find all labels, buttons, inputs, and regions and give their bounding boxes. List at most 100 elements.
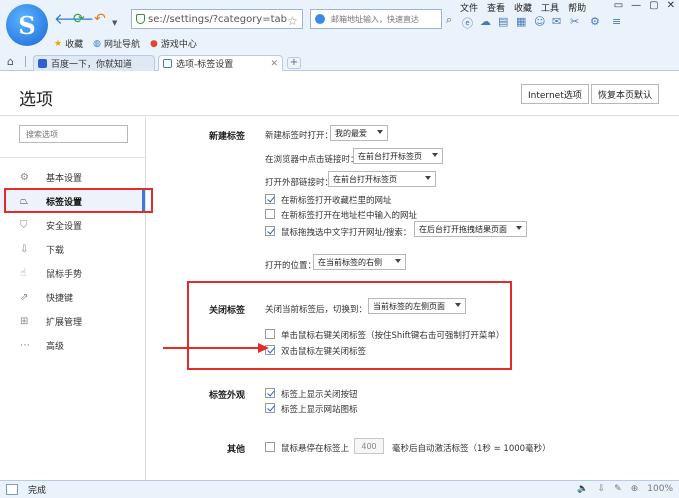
maximize-icon[interactable]: ▢ (649, 0, 658, 11)
new-tab-button[interactable]: + (287, 57, 301, 69)
toolbar-mail-icon[interactable]: ✉ (552, 15, 561, 28)
sidebar-item-download[interactable]: ⇩ 下载 (0, 237, 145, 261)
hover-delay-input[interactable]: 400 (354, 438, 384, 454)
sidebar-item-basic[interactable]: ⚙ 基本设置 (0, 165, 145, 189)
zoom-level[interactable]: 100% (647, 484, 673, 494)
skin-icon[interactable]: ▭ (614, 0, 623, 11)
toolbar-cloud-icon[interactable]: ☁ (480, 15, 491, 28)
minimize-icon[interactable]: — (631, 0, 641, 11)
home-icon[interactable]: ⌂ (7, 55, 14, 68)
shortcut-icon: ⇗ (20, 291, 29, 303)
sidebar-item-shortcuts[interactable]: ⇗ 快捷键 (0, 285, 145, 309)
address-bar[interactable]: se://settings/?category=tab (131, 9, 303, 29)
close-icon[interactable]: ✕ (667, 0, 675, 11)
window-controls: ▭ — ▢ ✕ (614, 0, 675, 11)
show-close-button-checkbox[interactable] (265, 388, 275, 398)
options-search[interactable] (19, 125, 128, 143)
hover-delay-suffix: 毫秒后自动激活标签（1秒 = 1000毫秒） (392, 444, 551, 454)
chevron-down-icon[interactable]: ▼ (112, 15, 117, 31)
browser-chrome: S 🡐 ⟳ ↶ ▼ se://settings/?category=tab ☆ … (0, 0, 679, 71)
sidebar-item-advanced[interactable]: ⋯ 高级 (0, 333, 145, 357)
drag-open-select[interactable]: 在后台打开拖拽结果页面 (414, 221, 527, 237)
search-bar[interactable] (310, 9, 442, 29)
show-site-icon-checkbox[interactable] (265, 403, 275, 413)
fav-game[interactable]: ● 游戏中心 (149, 37, 197, 51)
toolbar-grid-icon[interactable]: ▦ (516, 15, 526, 28)
browser-logo[interactable]: S (6, 4, 48, 46)
globe-icon: ◍ (93, 38, 101, 49)
refresh-icon[interactable]: ⟳ (73, 11, 85, 27)
open-new-tab-select[interactable]: 我的最爱 (330, 125, 388, 141)
baidu-favicon-icon (38, 59, 47, 68)
sidebar-item-label: 高级 (46, 341, 65, 352)
section-title-tab-appearance: 标签外观 (209, 391, 246, 401)
tab-baidu[interactable]: 百度一下，你就知道 (33, 55, 155, 71)
search-engine-icon[interactable] (315, 14, 325, 24)
toolbar-screenshot-icon[interactable]: ✂ (570, 15, 579, 28)
toolbar-ie-icon[interactable]: ⓔ (462, 15, 473, 31)
sidebar-divider (0, 157, 145, 158)
chevron-down-icon (425, 176, 431, 180)
external-link-label: 打开外部链接时： (265, 178, 334, 188)
click-link-select[interactable]: 在前台打开标签页 (353, 148, 443, 164)
hover-activate-label: 鼠标悬停在标签上 (281, 444, 350, 454)
drag-open-checkbox[interactable] (265, 226, 275, 236)
undo-icon[interactable]: ↶ (94, 11, 106, 27)
hover-activate-checkbox[interactable] (265, 442, 275, 452)
menu-view[interactable]: 查看 (487, 1, 505, 14)
toolbar-menu-icon[interactable]: ≡ (612, 15, 621, 28)
chevron-down-icon (395, 259, 401, 263)
annotation-arrow-icon (258, 343, 269, 353)
select-value: 在前台打开标签页 (358, 151, 422, 161)
annotation-highlight-sidebar (4, 188, 153, 213)
sidebar-item-security[interactable]: ⛉ 安全设置 (0, 213, 145, 237)
select-value: 在当前标签的右侧 (318, 257, 382, 267)
bookmark-star-icon[interactable]: ☆ (287, 14, 298, 28)
status-text: 完成 (28, 486, 47, 496)
options-search-input[interactable] (20, 126, 127, 142)
address-bar-new-tab-checkbox[interactable] (265, 209, 275, 219)
menu-help[interactable]: 帮助 (568, 1, 586, 14)
restore-defaults-button[interactable]: 恢复本页默认 (591, 84, 660, 104)
external-link-select[interactable]: 在前台打开标签页 (328, 171, 436, 187)
settings-favicon-icon (163, 59, 172, 68)
sidebar-item-label: 扩展管理 (46, 317, 83, 328)
toolbar-user-icon[interactable]: ☺ (534, 15, 545, 28)
zoom-icon[interactable]: ⊕ (631, 484, 639, 494)
section-title-other: 其他 (227, 445, 246, 455)
gear-icon: ⚙ (20, 171, 29, 183)
tab-settings[interactable]: 选项-标签设置 ✕ (158, 55, 283, 71)
annotation-highlight-close-section (187, 281, 512, 370)
menu-tools[interactable]: 工具 (541, 1, 559, 14)
fav-label: 网址导航 (103, 40, 140, 50)
select-value: 在前台打开标签页 (333, 174, 397, 184)
sidebar-item-gestures[interactable]: ☝ 鼠标手势 (0, 261, 145, 285)
sidebar-item-extensions[interactable]: ⊞ 扩展管理 (0, 309, 145, 333)
download-status-icon[interactable]: ⇩ (598, 484, 606, 494)
menu-favorites[interactable]: 收藏 (514, 1, 532, 14)
speaker-icon[interactable]: 🔈 (577, 484, 588, 494)
show-close-button-label: 标签上显示关闭按钮 (281, 390, 358, 400)
open-new-tab-label: 新建标签时打开： (265, 131, 334, 141)
favorites-bar: ★ 收藏 ◍ 网址导航 ● 游戏中心 (54, 37, 197, 51)
tool-status-icon[interactable]: ✎ (614, 484, 622, 494)
fav-collect[interactable]: ★ 收藏 (54, 37, 83, 51)
internet-options-button[interactable]: Internet选项 (521, 84, 589, 104)
toolbar-doc-icon[interactable]: ▤ (498, 15, 508, 28)
tab-close-icon[interactable]: ✕ (270, 59, 278, 69)
search-icon[interactable]: ⌕ (446, 13, 452, 27)
open-position-select[interactable]: 在当前标签的右侧 (313, 254, 406, 270)
game-icon: ● (149, 38, 158, 49)
fav-nav[interactable]: ◍ 网址导航 (93, 37, 140, 51)
settings-sidebar: ⚙ 基本设置 ⏢ 标签设置 ⛉ 安全设置 ⇩ 下载 ☝ 鼠标手势 ⇗ 快捷键 ⊞… (0, 117, 146, 480)
fav-bar-new-tab-label: 在新标签打开收藏栏里的网址 (281, 196, 392, 206)
menu-file[interactable]: 文件 (460, 1, 478, 14)
tab-bar: ⌂ 百度一下，你就知道 选项-标签设置 ✕ + (0, 53, 679, 71)
hand-icon: ☝ (20, 267, 27, 279)
sidebar-item-label: 安全设置 (46, 221, 83, 232)
annotation-arrow-line (163, 347, 261, 349)
fav-bar-new-tab-checkbox[interactable] (265, 194, 275, 204)
toolbar-tools-icon[interactable]: ⚙ (590, 15, 600, 28)
search-input[interactable] (331, 14, 431, 24)
url-text[interactable]: se://settings/?category=tab (148, 14, 302, 25)
